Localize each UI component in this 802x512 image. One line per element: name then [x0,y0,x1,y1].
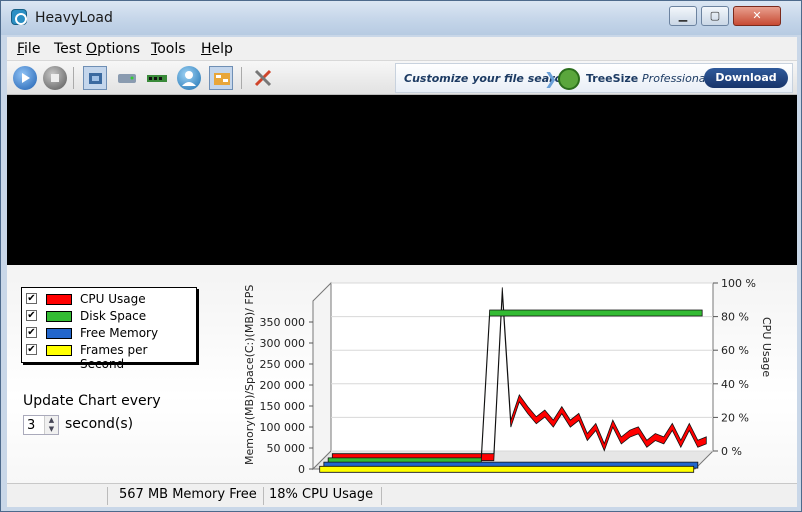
ad-brand-suffix: Professional [642,72,709,85]
right-axis-tick-label: 100 % [721,277,756,290]
right-axis-label: CPU Usage [760,317,773,377]
left-axis-tick-label: 50 000 [267,442,306,455]
legend-label: Disk Space [80,309,147,323]
ad-brand: TreeSize Professional [586,72,709,85]
right-axis-tick-label: 80 % [721,311,749,324]
right-axis-tick-label: 60 % [721,344,749,357]
menu-tools-post: ools [157,41,186,57]
menu-bar: File Test Options Tools Help [7,37,797,61]
update-interval-value[interactable]: 3 [27,418,35,433]
legend-swatch [46,345,72,356]
status-memory-free: 567 MB Memory Free [119,487,257,502]
legend-item-fps[interactable]: ✔ Frames per Second [26,342,194,371]
menu-help-post: elp [211,41,233,57]
update-interval-stepper[interactable]: 3 ▲ ▼ [23,415,59,435]
ad-chevron-icon: ❯ [544,69,558,88]
monitor-pane [7,95,797,265]
chart-side-wall [312,281,332,471]
toolbar-separator [241,67,242,89]
cpu-icon[interactable] [83,66,107,90]
spin-up-icon[interactable]: ▲ [44,416,58,425]
checkbox[interactable]: ✔ [26,327,37,338]
title-bar[interactable]: HeavyLoad ▁ ▢ ✕ [1,1,801,35]
menu-test-options-pre: Test [54,41,87,57]
menu-file[interactable]: File [17,41,40,57]
checkbox[interactable]: ✔ [26,310,37,321]
memory-glyph [147,75,167,82]
legend-item-disk[interactable]: ✔ Disk Space [26,308,194,325]
legend-label: Free Memory [80,326,159,340]
ad-banner[interactable]: Customize your file search ❯ TreeSize Pr… [395,63,793,93]
disk-glyph [118,74,136,83]
update-chart-label: Update Chart every [23,393,161,409]
legend-label: CPU Usage [80,292,146,306]
window-title: HeavyLoad [35,10,113,26]
status-bar: 567 MB Memory Free 18% CPU Usage [7,483,797,507]
menu-test-options-accel: O [86,41,98,57]
stop-glyph [51,74,59,82]
minimize-button[interactable]: ▁ [669,6,697,26]
usage-chart: 0 50 000 100 000 150 000 200 000 250 000 300 0… [243,277,773,476]
menu-test-options[interactable]: Test Options [54,41,140,57]
left-axis-label: Memory(MB)/Space(C:)(MB)/ FPS [243,285,256,465]
legend-item-cpu[interactable]: ✔ CPU Usage [26,291,194,308]
maximize-button[interactable]: ▢ [701,6,729,26]
status-divider [107,487,108,505]
menu-file-post: ile [24,41,41,57]
left-axis-tick-label: 0 [298,463,305,476]
tools-glyph [254,69,272,87]
legend-swatch [46,294,72,305]
start-icon[interactable] [13,66,37,90]
play-glyph [22,73,30,83]
legend-item-memory[interactable]: ✔ Free Memory [26,325,194,342]
close-button[interactable]: ✕ [733,6,781,26]
app-window: HeavyLoad ▁ ▢ ✕ File Test Options Tools … [0,0,802,512]
right-axis-tick-label: 0 % [721,445,742,458]
chart-pane: ✔ CPU Usage ✔ Disk Space ✔ Free Memory ✔… [7,265,797,483]
status-divider [263,487,264,505]
cpu-glyph [89,73,102,84]
left-axis-tick-label: 100 000 [260,421,306,434]
checkbox[interactable]: ✔ [26,293,37,304]
left-axis-tick-label: 250 000 [260,358,306,371]
user-icon[interactable] [177,66,201,90]
left-axis-tick-label: 300 000 [260,337,306,350]
left-axis-tick-label: 200 000 [260,379,306,392]
update-interval-unit: second(s) [65,416,134,432]
ad-brand-name: TreeSize [586,72,639,85]
status-cpu-usage: 18% CPU Usage [269,487,374,502]
left-axis-tick-label: 150 000 [260,400,306,413]
treesize-logo-icon [558,68,580,90]
toolbar: Customize your file search ❯ TreeSize Pr… [7,61,797,95]
chart-back-wall [330,282,714,452]
chart-legend: ✔ CPU Usage ✔ Disk Space ✔ Free Memory ✔… [21,287,197,371]
disk-icon[interactable] [115,66,139,90]
memory-icon[interactable] [145,66,169,90]
checkbox[interactable]: ✔ [26,344,37,355]
settings-icon[interactable] [251,66,275,90]
legend-label: Frames per Second [80,343,148,371]
toolbar-separator [73,67,74,89]
menu-help-accel: H [201,41,212,57]
legend-swatch [46,328,72,339]
app-icon [11,9,27,25]
fps-glyph [214,73,230,85]
fps-icon[interactable] [209,66,233,90]
left-axis-tick-label: 350 000 [260,316,306,329]
stop-icon[interactable] [43,66,67,90]
spin-down-icon[interactable]: ▼ [44,425,58,434]
status-divider [381,487,382,505]
menu-test-options-post: ptions [97,41,141,57]
menu-tools[interactable]: Tools [151,41,186,57]
user-glyph [182,71,196,86]
download-button[interactable]: Download [704,68,788,88]
right-axis-tick-label: 40 % [721,378,749,391]
menu-help[interactable]: Help [201,41,233,57]
series-frames-per-second [319,465,695,473]
menu-file-accel: F [17,41,25,57]
legend-swatch [46,311,72,322]
right-axis-tick-label: 20 % [721,411,749,424]
